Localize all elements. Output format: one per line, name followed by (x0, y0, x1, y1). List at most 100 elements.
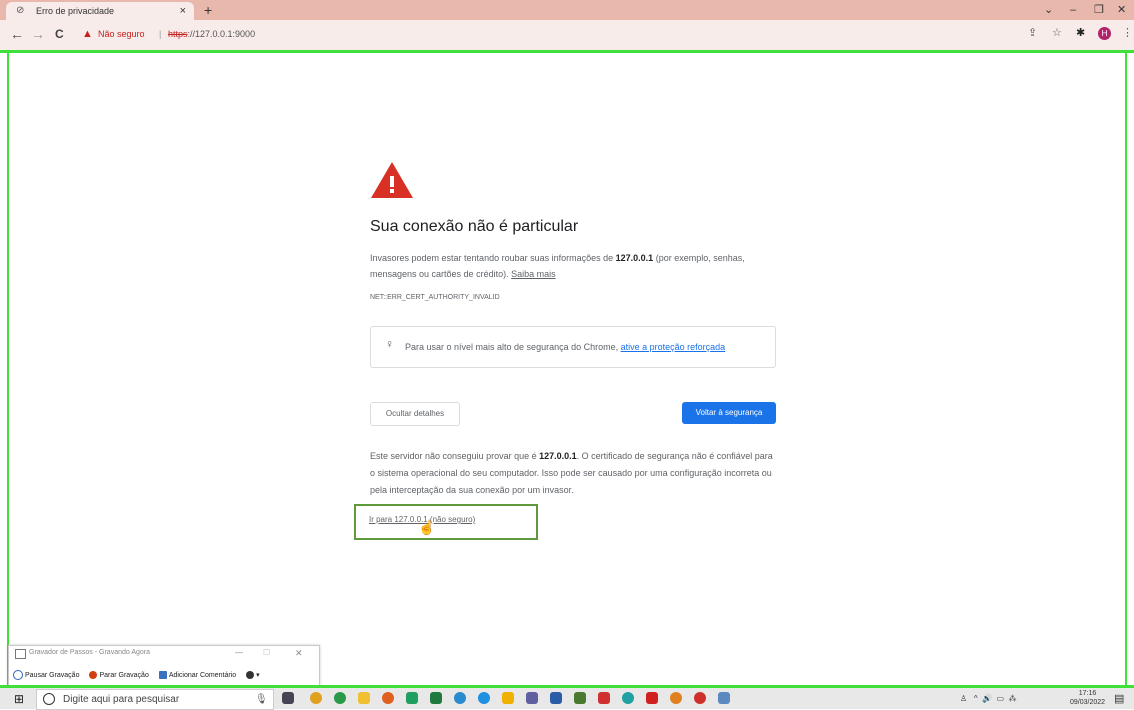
error-triangle-icon (371, 162, 413, 198)
recorder-toolbar: Pausar Gravação Parar Gravação Adicionar… (13, 670, 268, 680)
share-icon[interactable]: ⇪ (1028, 24, 1037, 42)
pause-icon (13, 670, 23, 680)
help-icon (246, 671, 255, 679)
browser-toolbar: ← → C ▲ Não seguro | https://127.0.0.1:9… (0, 20, 1134, 52)
windows-taskbar: ⊞ Digite aqui para pesquisar 🎙 ♙ ^ 🔊 ▭ ⁂… (0, 688, 1134, 710)
language-icon[interactable]: ⁂ (1009, 694, 1017, 703)
app-icon-green[interactable] (406, 692, 418, 704)
omnibox-divider: | (159, 29, 162, 39)
address-bar[interactable]: ▲ Não seguro | https://127.0.0.1:9000 (82, 25, 982, 43)
new-tab-button[interactable]: + (204, 0, 212, 20)
notifications-icon[interactable]: ▤ (1114, 692, 1124, 705)
tip-text-body: Para usar o nível mais alto de segurança… (405, 342, 621, 352)
chrome-app-icon[interactable] (310, 692, 322, 704)
url-scheme: https (168, 29, 188, 39)
globe-icon: ⊘ (16, 5, 25, 16)
hide-details-button[interactable]: Ocultar detalhes (370, 402, 460, 426)
chrome-app-icon-2[interactable] (334, 692, 346, 704)
microphone-icon[interactable]: 🎙 (255, 690, 268, 709)
pause-label: Pausar Gravação (25, 671, 80, 679)
tip-text: Para usar o nível mais alto de segurança… (405, 342, 725, 352)
recorder-minimize-icon[interactable]: — (235, 648, 243, 657)
desc-text-1: Invasores podem estar tentando roubar su… (370, 253, 616, 263)
highlight-border-top (0, 50, 1134, 53)
details-text: Este servidor não conseguiu provar que é… (370, 448, 780, 499)
forward-icon[interactable]: → (31, 20, 45, 48)
calendar-icon[interactable] (526, 692, 538, 704)
app-icon-teal[interactable] (622, 692, 634, 704)
steps-recorder-taskbar-icon[interactable] (718, 692, 730, 704)
minimize-icon[interactable]: – (1070, 0, 1076, 20)
stop-recording-button[interactable]: Parar Gravação (89, 671, 149, 679)
error-code: NET::ERR_CERT_AUTHORITY_INVALID (370, 294, 500, 301)
close-window-icon[interactable]: ✕ (1117, 0, 1126, 20)
url-text[interactable]: https://127.0.0.1:9000 (168, 25, 255, 43)
tab-close-icon[interactable]: × (180, 2, 186, 20)
comment-icon (158, 671, 167, 679)
people-icon[interactable]: ♙ (960, 694, 967, 703)
url-host: ://127.0.0.1:9000 (187, 29, 256, 39)
volume-icon[interactable]: 🔊 (982, 694, 992, 703)
tab-strip: ⊘ Erro de privacidade × + ⌄ – ❐ ✕ (0, 0, 1134, 20)
detail-text-1: Este servidor não conseguiu provar que é (370, 451, 540, 461)
enhanced-protection-tip: ♀ Para usar o nível mais alto de seguran… (370, 326, 776, 368)
comment-label: Adicionar Comentário (168, 671, 237, 679)
highlight-border-left (7, 53, 9, 685)
clock-time: 17:16 (1078, 690, 1097, 697)
tab-search-icon[interactable]: ⌄ (1044, 0, 1053, 20)
lightbulb-icon: ♀ (385, 337, 394, 351)
taskbar-clock[interactable]: 17:16 09/03/2022 (1070, 689, 1105, 707)
search-placeholder: Digite aqui para pesquisar (63, 694, 180, 705)
hand-cursor-icon: ☝ (418, 519, 436, 535)
taskbar-search-box[interactable]: Digite aqui para pesquisar 🎙 (36, 689, 274, 710)
clock-date: 09/03/2022 (1070, 699, 1106, 706)
help-button[interactable]: ▾ (246, 671, 260, 679)
file-explorer-icon[interactable] (358, 692, 370, 704)
excel-icon[interactable] (430, 692, 442, 704)
recorder-title: Gravador de Passos - Gravando Agora (29, 649, 151, 656)
tab-privacy-error[interactable]: ⊘ Erro de privacidade × (6, 2, 194, 20)
cortana-icon (43, 693, 55, 705)
app-icon-blue[interactable] (454, 692, 466, 704)
add-comment-button[interactable]: Adicionar Comentário (158, 671, 237, 679)
task-view-icon[interactable] (282, 692, 294, 704)
firefox-icon[interactable] (382, 692, 394, 704)
page-title: Sua conexão não é particular (370, 218, 579, 235)
warning-icon: ▲ (82, 28, 93, 40)
app-icon-red[interactable] (598, 692, 610, 704)
reload-icon[interactable]: C (55, 20, 64, 48)
pause-recording-button[interactable]: Pausar Gravação (13, 670, 79, 680)
recorder-maximize-icon[interactable]: ☐ (263, 648, 270, 657)
learn-more-link[interactable]: Saiba mais (511, 269, 556, 279)
enhanced-protection-link[interactable]: ative a proteção reforçada (621, 342, 726, 352)
edge-icon[interactable] (478, 692, 490, 704)
chrome-active-icon[interactable] (694, 692, 706, 704)
security-status[interactable]: Não seguro (98, 25, 145, 43)
menu-icon[interactable]: ⋮ (1122, 24, 1133, 42)
network-icon[interactable]: ▭ (996, 694, 1004, 703)
detail-host: 127.0.0.1 (539, 451, 577, 461)
steps-recorder-window: Gravador de Passos - Gravando Agora — ☐ … (8, 645, 320, 687)
acrobat-icon[interactable] (646, 692, 658, 704)
stop-label: Parar Gravação (99, 671, 149, 679)
tab-title: Erro de privacidade (36, 6, 115, 16)
app-icon-olive[interactable] (574, 692, 586, 704)
desc-host: 127.0.0.1 (615, 253, 654, 263)
back-to-safety-button[interactable]: Voltar à segurança (682, 402, 776, 424)
app-icon-yellow[interactable] (502, 692, 514, 704)
recorder-app-icon (15, 649, 26, 659)
stop-icon (89, 671, 98, 679)
system-tray: ♙ ^ 🔊 ▭ ⁂ (960, 688, 1017, 709)
extensions-icon[interactable]: ✱ (1076, 24, 1085, 42)
windows-start-icon[interactable]: ⊞ (14, 692, 24, 706)
recorder-close-icon[interactable]: ✕ (295, 648, 303, 659)
highlight-border-right (1125, 53, 1127, 685)
bookmark-star-icon[interactable]: ☆ (1052, 24, 1062, 42)
show-hidden-icons-icon[interactable]: ^ (974, 694, 978, 703)
firefox-icon-2[interactable] (670, 692, 682, 704)
word-icon[interactable] (550, 692, 562, 704)
back-icon[interactable]: ← (10, 20, 24, 48)
error-description: Invasores podem estar tentando roubar su… (370, 250, 780, 282)
restore-icon[interactable]: ❐ (1094, 0, 1104, 20)
profile-avatar[interactable]: H (1098, 27, 1111, 40)
